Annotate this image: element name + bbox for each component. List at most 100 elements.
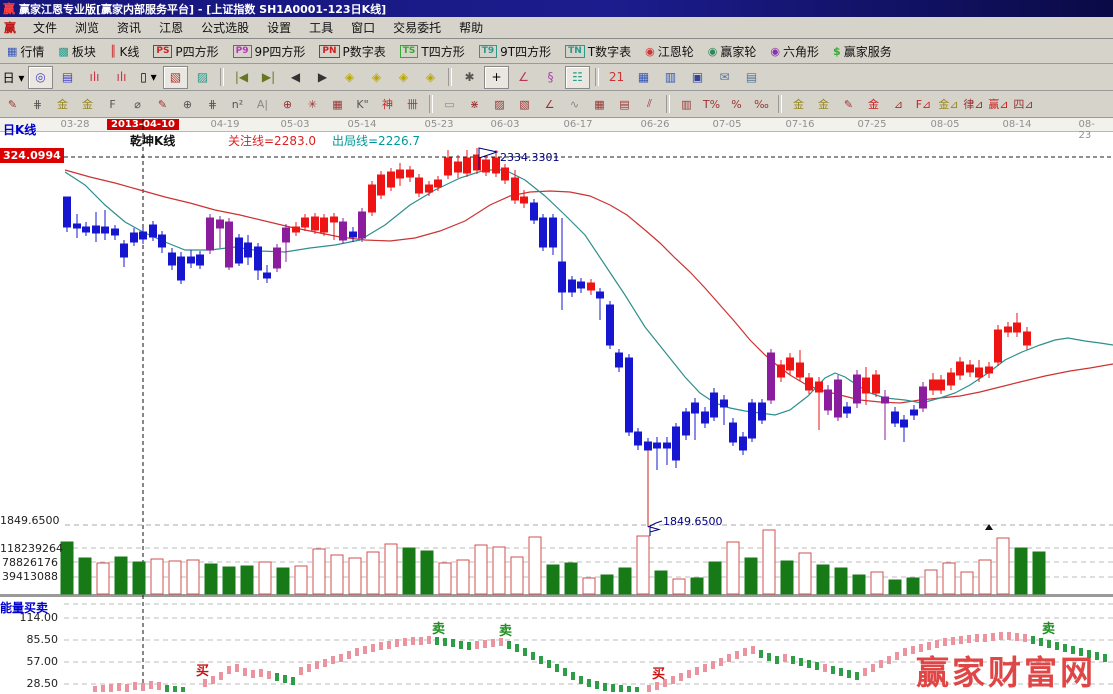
candle-body[interactable]	[444, 157, 452, 176]
volume-bar[interactable]	[366, 551, 380, 595]
candle-body[interactable]	[947, 372, 955, 386]
candle-body[interactable]	[862, 377, 870, 394]
prev-button[interactable]: ◀	[283, 65, 308, 89]
volume-bar[interactable]	[906, 577, 920, 595]
diamond-up-button[interactable]: ◈	[364, 65, 389, 89]
menu-item-工具[interactable]: 工具	[300, 19, 342, 37]
candle-body[interactable]	[187, 256, 195, 264]
candle-body[interactable]	[805, 377, 813, 391]
candle-body[interactable]	[587, 282, 595, 291]
zoom-window-button[interactable]: ◎	[28, 65, 53, 89]
save-button[interactable]: ▣	[685, 65, 710, 89]
gann-knot-tool-button[interactable]: §	[538, 65, 563, 89]
volume-bar[interactable]	[546, 564, 560, 595]
volume-bar[interactable]	[708, 561, 722, 595]
candle-body[interactable]	[396, 169, 404, 179]
candle-body[interactable]	[672, 426, 680, 461]
candle-body[interactable]	[377, 174, 385, 196]
volume-bar[interactable]	[996, 537, 1010, 595]
analysis-tool-button[interactable]: ☷	[565, 65, 590, 89]
volume-bar[interactable]	[690, 577, 704, 595]
candle-body[interactable]	[406, 169, 414, 178]
candle-body[interactable]	[606, 304, 614, 346]
candle-body[interactable]	[415, 177, 423, 194]
candle-body[interactable]	[834, 379, 842, 418]
period-dropdown-button[interactable]: 日 ▾	[1, 65, 26, 89]
volume-bar[interactable]	[456, 559, 470, 595]
color-chart-button[interactable]: ▨	[190, 65, 215, 89]
circle3-tool[interactable]: ⊕	[176, 93, 199, 115]
volume-bar[interactable]	[582, 577, 596, 595]
candle-body[interactable]	[149, 224, 157, 238]
candle-body[interactable]	[454, 161, 462, 173]
volume-bar[interactable]	[654, 570, 668, 595]
ninep-square-button[interactable]: P9 9P四方形	[230, 42, 309, 61]
candle-body[interactable]	[120, 243, 128, 258]
angle-j-tool[interactable]: ⊿	[887, 93, 910, 115]
print-button[interactable]: ▤	[739, 65, 764, 89]
info-panel-button[interactable]: ▤	[55, 65, 80, 89]
winner-wheel-button[interactable]: ◉ 赢家轮	[705, 42, 760, 61]
volume-bar[interactable]	[438, 562, 452, 595]
volume-bar[interactable]	[1032, 551, 1046, 595]
candle-body[interactable]	[130, 232, 138, 243]
candle-body[interactable]	[985, 366, 993, 374]
volume-bar[interactable]	[150, 558, 164, 595]
candle-body[interactable]	[263, 272, 271, 279]
candle-body[interactable]	[625, 357, 633, 433]
volume-bar[interactable]	[330, 554, 344, 595]
diamond-right-button[interactable]: ◈	[418, 65, 443, 89]
menu-item-帮助[interactable]: 帮助	[450, 19, 492, 37]
candle-body[interactable]	[82, 226, 90, 233]
candle-body[interactable]	[349, 231, 357, 238]
menu-item-设置[interactable]: 设置	[258, 19, 300, 37]
candle-body[interactable]	[177, 256, 185, 281]
parallel-lines-tool[interactable]: ⫽	[638, 93, 661, 115]
volume-bar[interactable]	[870, 571, 884, 595]
hexagon-button[interactable]: ◉ 六角形	[767, 42, 822, 61]
calendar-button[interactable]: 21	[604, 65, 629, 89]
sectors-button[interactable]: ▩ 板块	[55, 42, 98, 61]
gold-ruler-1-tool[interactable]: 金	[51, 93, 74, 115]
grid-box-tool[interactable]: ▦	[588, 93, 611, 115]
volume-bar[interactable]	[636, 535, 650, 595]
volume-bar[interactable]	[798, 552, 812, 595]
candle-body[interactable]	[956, 361, 964, 376]
candle-body[interactable]	[168, 252, 176, 266]
volume-bar[interactable]	[888, 579, 902, 595]
angle-ying-tool[interactable]: 赢⊿	[987, 93, 1010, 115]
candle-body[interactable]	[786, 357, 794, 371]
candle-body[interactable]	[225, 221, 233, 268]
volume-bar[interactable]	[474, 544, 488, 595]
candle-body[interactable]	[691, 402, 699, 414]
main-chart-button[interactable]: ▧	[163, 65, 188, 89]
bars3-button[interactable]: ılı	[82, 65, 107, 89]
volume-bar[interactable]	[510, 556, 524, 595]
candle-body[interactable]	[235, 237, 243, 264]
notes-button[interactable]: ▥	[658, 65, 683, 89]
next-button[interactable]: ▶	[310, 65, 335, 89]
calculator-button[interactable]: ▦	[631, 65, 656, 89]
candle-body[interactable]	[368, 184, 376, 213]
candle-body[interactable]	[824, 389, 832, 411]
ruler2-tool[interactable]: ⋕	[201, 93, 224, 115]
angle-tool-button[interactable]: ∠	[511, 65, 536, 89]
candle-body[interactable]	[216, 219, 224, 229]
volume-bar[interactable]	[780, 560, 794, 595]
volume-bar[interactable]	[348, 557, 362, 595]
candle-body[interactable]	[966, 364, 974, 373]
candle-body[interactable]	[558, 261, 566, 293]
k-quote-tool[interactable]: K"	[351, 93, 374, 115]
menu-item-文件[interactable]: 文件	[24, 19, 66, 37]
candle-body[interactable]	[596, 291, 604, 299]
crosshair-tool-button[interactable]: +	[484, 65, 509, 89]
menu-item-浏览[interactable]: 浏览	[66, 19, 108, 37]
candle-body[interactable]	[634, 431, 642, 446]
price-ruler-tool[interactable]: ▥	[675, 93, 698, 115]
volume-bar[interactable]	[618, 567, 632, 595]
ray-fan-tool[interactable]: ⋇	[463, 93, 486, 115]
volume-bar[interactable]	[312, 548, 326, 595]
candle-body[interactable]	[539, 217, 547, 248]
volume-bar[interactable]	[744, 557, 758, 595]
angle-f-tool[interactable]: F⊿	[912, 93, 935, 115]
